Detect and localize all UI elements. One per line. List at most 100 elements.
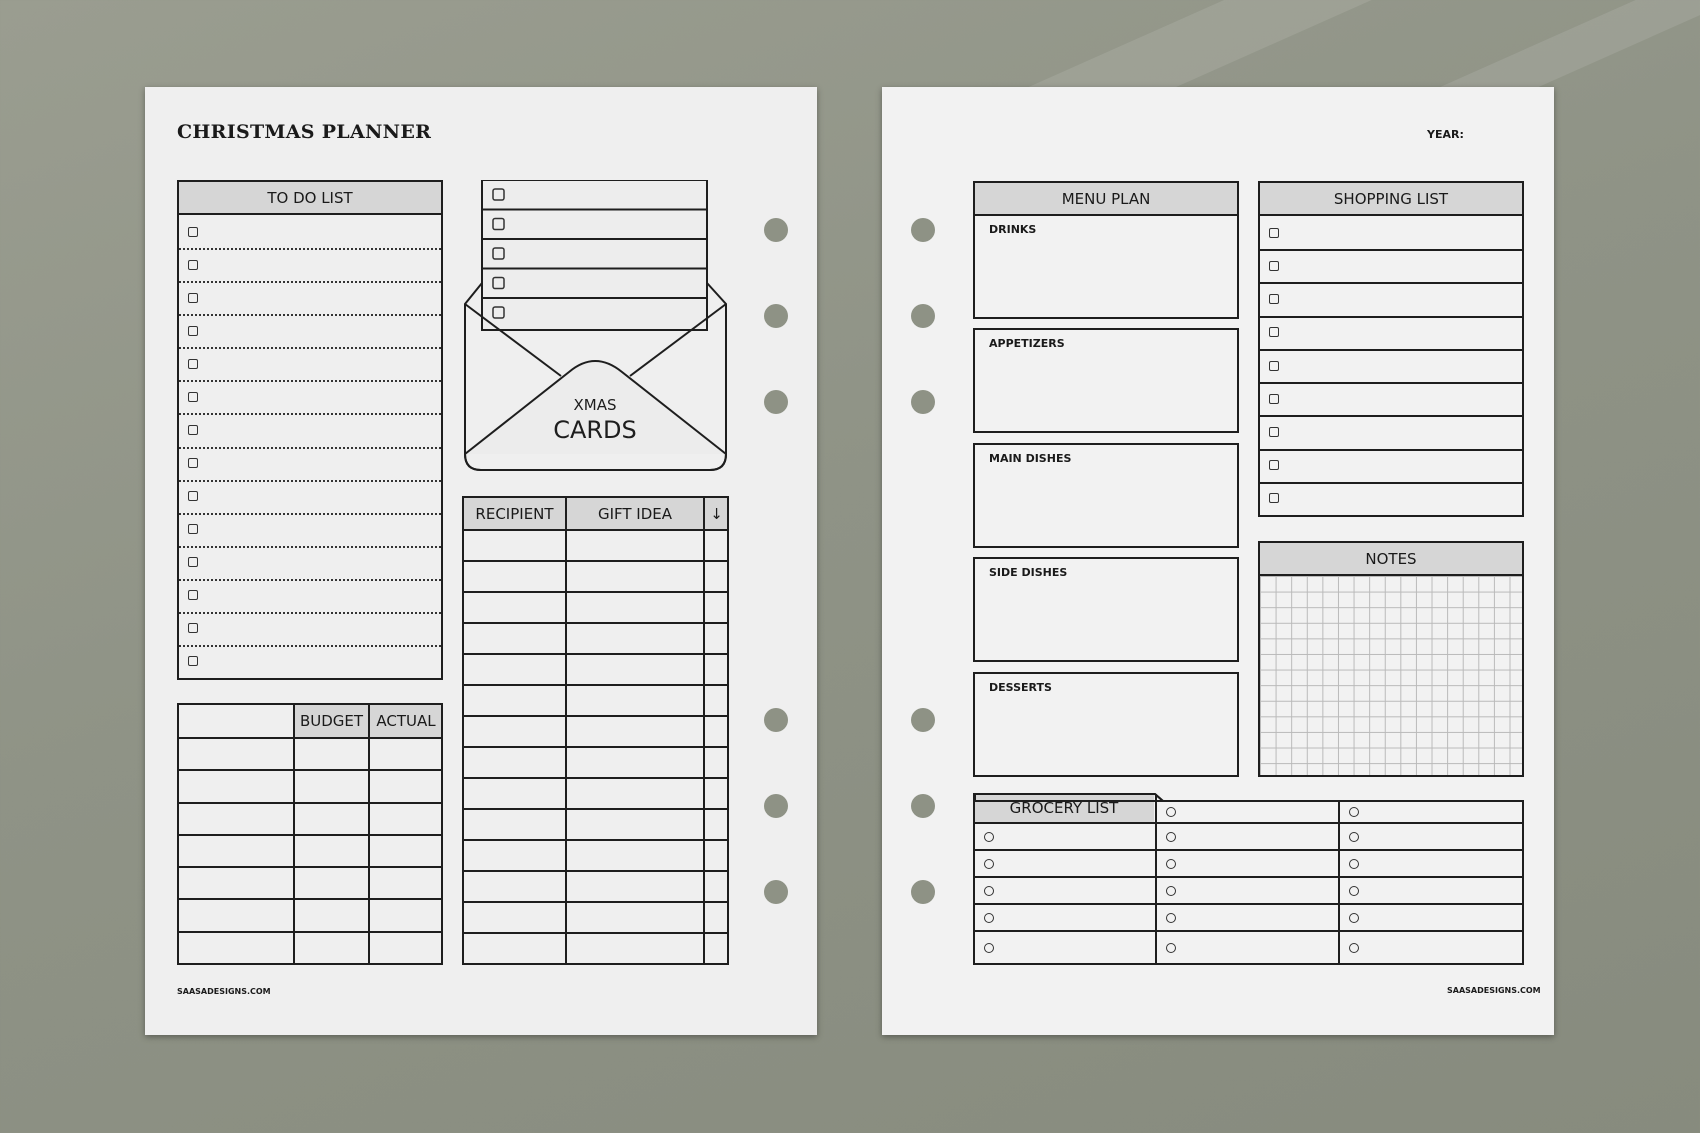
menu-plan-header: MENU PLAN <box>975 183 1237 216</box>
right-planner-page: YEAR: MENU PLAN DRINKS APPETIZERS MAIN D… <box>882 87 1554 1035</box>
gift-col-arrow: ↓ <box>710 504 723 523</box>
gift-row-divider <box>464 560 727 562</box>
todo-checkbox[interactable] <box>188 226 198 237</box>
budget-col-actual: ACTUAL <box>376 712 436 730</box>
binder-hole <box>911 880 935 904</box>
budget-row-divider <box>179 737 441 739</box>
footer-website: SAASADESIGNS.COM <box>177 987 271 996</box>
grocery-item-circle[interactable] <box>1349 807 1359 817</box>
binder-hole <box>911 390 935 414</box>
gift-row-divider <box>464 529 727 531</box>
shopping-row-divider <box>1260 348 1522 351</box>
todo-checkbox[interactable] <box>188 358 198 369</box>
grocery-item-circle[interactable] <box>984 858 994 869</box>
grocery-item-circle[interactable] <box>1349 942 1359 953</box>
grocery-item-circle[interactable] <box>1166 942 1176 953</box>
binder-hole <box>911 708 935 732</box>
grocery-item-circle[interactable] <box>984 912 994 923</box>
binder-hole <box>764 218 788 242</box>
grocery-item-circle[interactable] <box>1349 831 1359 842</box>
gift-row-divider <box>464 746 727 748</box>
gift-col-idea: GIFT IDEA <box>597 504 673 523</box>
grocery-item-circle[interactable] <box>1166 831 1176 842</box>
todo-checkbox[interactable] <box>188 391 198 402</box>
menu-desserts-box: DESSERTS <box>973 672 1239 777</box>
todo-checkbox[interactable] <box>188 292 198 303</box>
binder-hole <box>911 304 935 328</box>
xmas-cards-envelope: XMAS CARDS <box>462 179 729 473</box>
shopping-checkbox[interactable] <box>1269 260 1279 271</box>
shopping-row-divider <box>1260 382 1522 385</box>
grocery-item-circle[interactable] <box>1166 807 1176 817</box>
shopping-checkbox[interactable] <box>1269 460 1279 471</box>
todo-checkbox[interactable] <box>188 491 198 502</box>
menu-section-drinks: DRINKS <box>989 223 1037 236</box>
gift-row-divider <box>464 653 727 655</box>
gift-row-divider <box>464 870 727 872</box>
grocery-item-circle[interactable] <box>1166 858 1176 869</box>
todo-checkbox[interactable] <box>188 623 198 634</box>
grocery-item-circle[interactable] <box>1166 912 1176 923</box>
shopping-checkbox[interactable] <box>1269 393 1279 404</box>
notes-box: NOTES <box>1258 541 1524 777</box>
menu-appetizers-box: APPETIZERS <box>973 328 1239 433</box>
todo-checkbox[interactable] <box>188 325 198 336</box>
menu-section-main-dishes: MAIN DISHES <box>989 452 1072 465</box>
todo-checkbox[interactable] <box>188 590 198 601</box>
shopping-checkbox[interactable] <box>1269 426 1279 437</box>
todo-checkbox[interactable] <box>188 424 198 435</box>
binder-hole <box>911 794 935 818</box>
todo-checkbox[interactable] <box>188 259 198 270</box>
todo-row-divider <box>179 512 441 515</box>
grocery-item-circle[interactable] <box>1349 885 1359 896</box>
shopping-checkbox[interactable] <box>1269 227 1279 238</box>
todo-row-divider <box>179 347 441 350</box>
shopping-row-divider <box>1260 481 1522 484</box>
todo-checkbox[interactable] <box>188 524 198 535</box>
budget-row-divider <box>179 801 441 804</box>
footer-website: SAASADESIGNS.COM <box>1447 986 1541 995</box>
gift-row-divider <box>464 777 727 779</box>
shopping-row-divider <box>1260 415 1522 418</box>
binder-hole <box>764 794 788 818</box>
todo-checkbox[interactable] <box>188 557 198 568</box>
binder-hole <box>764 304 788 328</box>
todo-checkbox[interactable] <box>188 656 198 667</box>
todo-checkbox[interactable] <box>188 458 198 469</box>
shopping-checkbox[interactable] <box>1269 327 1279 338</box>
gift-divider <box>703 498 705 963</box>
gift-row-divider <box>464 591 727 593</box>
envelope-text-xmas: XMAS <box>573 396 616 414</box>
todo-row-divider <box>179 578 441 581</box>
menu-section-desserts: DESSERTS <box>989 681 1052 694</box>
gift-row-divider <box>464 808 727 810</box>
menu-drinks-box: MENU PLAN DRINKS <box>973 181 1239 319</box>
todo-row-divider <box>179 446 441 449</box>
todo-row-divider <box>179 644 441 647</box>
shopping-header: SHOPPING LIST <box>1260 183 1522 216</box>
envelope-illustration: XMAS CARDS <box>464 179 727 471</box>
grocery-item-circle[interactable] <box>984 831 994 842</box>
todo-row-divider <box>179 413 441 416</box>
todo-header: TO DO LIST <box>179 182 441 215</box>
todo-row-divider <box>179 281 441 284</box>
grocery-item-circle[interactable] <box>1166 885 1176 896</box>
menu-side-dishes-box: SIDE DISHES <box>973 557 1239 662</box>
todo-row-divider <box>179 314 441 317</box>
gift-row-divider <box>464 622 727 624</box>
shopping-row-divider <box>1260 448 1522 451</box>
shopping-checkbox[interactable] <box>1269 294 1279 305</box>
budget-row-divider <box>179 930 441 933</box>
gift-divider <box>565 498 567 963</box>
shopping-checkbox[interactable] <box>1269 360 1279 371</box>
shopping-checkbox[interactable] <box>1269 493 1279 504</box>
grocery-item-circle[interactable] <box>1349 858 1359 869</box>
gift-row-divider <box>464 684 727 686</box>
year-label: YEAR: <box>1427 128 1464 141</box>
binder-hole <box>764 390 788 414</box>
grocery-item-circle[interactable] <box>984 885 994 896</box>
grocery-item-circle[interactable] <box>984 942 994 953</box>
envelope-text-cards: CARDS <box>553 416 637 444</box>
grocery-item-circle[interactable] <box>1349 912 1359 923</box>
gift-table: RECIPIENT GIFT IDEA ↓ <box>462 496 729 965</box>
